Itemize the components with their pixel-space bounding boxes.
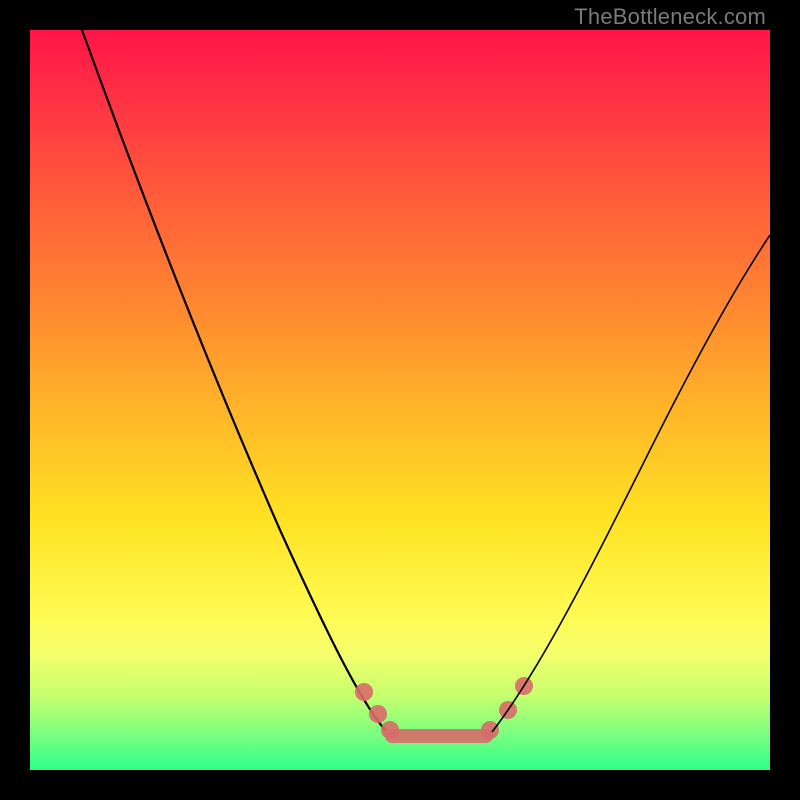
right-branch-curve bbox=[492, 235, 770, 732]
marker-dot bbox=[355, 683, 373, 701]
left-branch-curve bbox=[82, 30, 385, 730]
chart-frame: TheBottleneck.com bbox=[0, 0, 800, 800]
marker-dot bbox=[369, 705, 387, 723]
curve-layer bbox=[30, 30, 770, 770]
watermark-text: TheBottleneck.com bbox=[574, 4, 766, 30]
marker-dot bbox=[381, 721, 399, 739]
plot-area bbox=[30, 30, 770, 770]
marker-dot bbox=[481, 721, 499, 739]
